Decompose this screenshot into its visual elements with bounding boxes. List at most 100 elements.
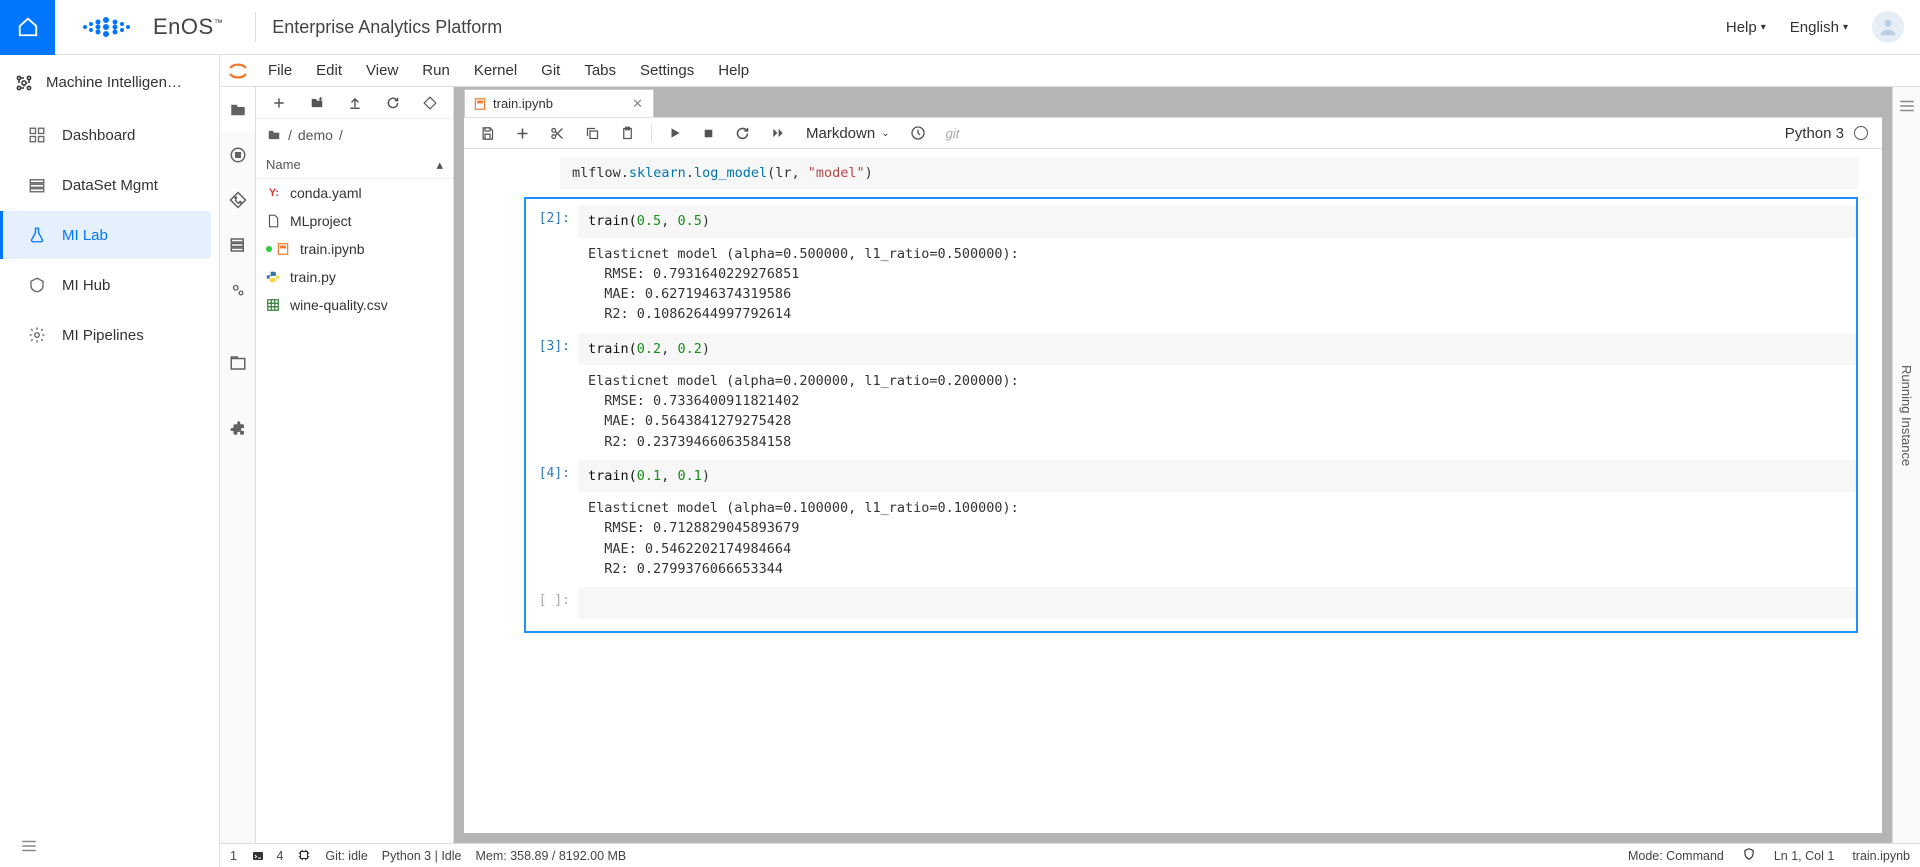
fb-breadcrumb[interactable]: / demo /: [256, 119, 453, 151]
yaml-icon: Y:: [266, 187, 282, 199]
sidebar-item-pipelines[interactable]: MI Pipelines: [8, 311, 211, 359]
tab-close[interactable]: ✕: [632, 96, 643, 112]
running-instance-tab[interactable]: Running Instance: [1899, 365, 1914, 466]
kernel-name[interactable]: Python 3: [1785, 125, 1844, 142]
plus-icon: [272, 96, 286, 110]
menu-settings[interactable]: Settings: [628, 62, 706, 79]
menu-help[interactable]: Help: [706, 62, 761, 79]
flask-icon: [28, 226, 46, 244]
kernel-indicator[interactable]: [297, 848, 311, 863]
cut-button[interactable]: [542, 126, 573, 141]
notebook-icon: [276, 242, 292, 256]
terminal-icon: [251, 850, 265, 862]
code-cell-empty[interactable]: [ ]:: [526, 587, 1856, 619]
copy-button[interactable]: [577, 126, 608, 141]
running-indicator-icon: [266, 246, 272, 252]
help-menu[interactable]: Help▾: [1726, 19, 1766, 36]
chip-icon: [297, 848, 311, 862]
clock-icon: [910, 125, 926, 141]
run-button[interactable]: [660, 126, 690, 140]
csv-icon: [266, 298, 282, 312]
rail-commands[interactable]: [220, 222, 255, 267]
code-cell[interactable]: [2]: train(0.5, 0.5) Elasticnet model (a…: [526, 205, 1856, 326]
menu-file[interactable]: File: [256, 62, 304, 79]
avatar[interactable]: [1872, 11, 1904, 43]
folder-plus-icon: [309, 96, 325, 110]
rail-files[interactable]: [220, 87, 255, 132]
restart-button[interactable]: [727, 126, 758, 141]
hub-icon: [28, 276, 46, 294]
cell-input[interactable]: train(0.1, 0.1): [578, 460, 1856, 492]
folder-icon: [266, 128, 282, 142]
menu-kernel[interactable]: Kernel: [462, 62, 529, 79]
nb-scroll-area[interactable]: mlflow.sklearn.log_model(lr, "model") [2…: [464, 149, 1882, 833]
cell-type-dropdown[interactable]: Markdown ⌄: [798, 125, 898, 142]
menu-run[interactable]: Run: [410, 62, 462, 79]
stat-mode: Mode: Command: [1628, 849, 1724, 863]
file-item[interactable]: MLproject: [256, 207, 453, 235]
collapse-icon: [20, 837, 38, 855]
shield-icon: [1742, 847, 1756, 861]
new-folder[interactable]: [303, 92, 331, 114]
cell-prompt: [4]:: [526, 460, 578, 492]
sidebar-item-milab[interactable]: MI Lab: [0, 211, 211, 259]
cell-output: Elasticnet model (alpha=0.500000, l1_rat…: [526, 238, 1856, 327]
file-item[interactable]: train.py: [256, 263, 453, 291]
platform-title: Enterprise Analytics Platform: [264, 17, 502, 38]
menu-git[interactable]: Git: [529, 62, 572, 79]
paste-button[interactable]: [612, 126, 643, 141]
rail-settings[interactable]: [220, 267, 255, 312]
interrupt-button[interactable]: [694, 127, 723, 140]
top-header: EnOS™ Enterprise Analytics Platform Help…: [0, 0, 1920, 55]
cell-input[interactable]: [578, 587, 1856, 619]
terminal-count[interactable]: 4: [251, 849, 283, 863]
add-cell-button[interactable]: [507, 126, 538, 141]
logo-area: EnOS™: [55, 14, 247, 40]
menu-tabs[interactable]: Tabs: [572, 62, 628, 79]
history-button[interactable]: [902, 125, 934, 141]
sidebar-item-dashboard[interactable]: Dashboard: [8, 111, 211, 159]
sidebar-item-dataset[interactable]: DataSet Mgmt: [8, 161, 211, 209]
save-button[interactable]: [472, 126, 503, 141]
upload[interactable]: [342, 92, 368, 114]
fb-toolbar: [256, 87, 453, 119]
git-tool[interactable]: [417, 92, 443, 114]
menu-view[interactable]: View: [354, 62, 410, 79]
stat-count1: 1: [230, 849, 237, 863]
cell-input[interactable]: train(0.5, 0.5): [578, 205, 1856, 237]
gears-icon: [229, 281, 247, 299]
selected-cells: [2]: train(0.5, 0.5) Elasticnet model (a…: [524, 197, 1858, 633]
rail-tabs[interactable]: [220, 340, 255, 385]
chevron-down-icon: ▾: [1843, 22, 1848, 33]
cell-input[interactable]: train(0.2, 0.2): [578, 333, 1856, 365]
home-icon: [17, 16, 39, 38]
cell-prompt: [2]:: [526, 205, 578, 237]
git-link[interactable]: git: [938, 126, 968, 141]
new-launcher[interactable]: [266, 92, 292, 114]
sidebar-collapse[interactable]: [0, 825, 219, 867]
code-cell[interactable]: [4]: train(0.1, 0.1) Elasticnet model (a…: [526, 460, 1856, 581]
expand-icon[interactable]: [1898, 97, 1916, 115]
tabs-icon: [229, 354, 247, 372]
fb-header[interactable]: Name ▴: [256, 151, 453, 179]
stat-ln[interactable]: Ln 1, Col 1: [1774, 849, 1834, 863]
rail-git[interactable]: [220, 177, 255, 222]
sidebar-item-mihub[interactable]: MI Hub: [8, 261, 211, 309]
home-button[interactable]: [0, 0, 55, 55]
rail-running[interactable]: [220, 132, 255, 177]
rail-extensions[interactable]: [220, 405, 255, 450]
refresh[interactable]: [380, 92, 406, 114]
language-menu[interactable]: English▾: [1790, 19, 1848, 36]
code-cell[interactable]: [3]: train(0.2, 0.2) Elasticnet model (a…: [526, 333, 1856, 454]
file-item[interactable]: wine-quality.csv: [256, 291, 453, 319]
stat-git[interactable]: Git: idle: [325, 849, 367, 863]
stop-icon: [702, 127, 715, 140]
file-item[interactable]: train.ipynb: [256, 235, 453, 263]
tab-train-ipynb[interactable]: train.ipynb ✕: [464, 89, 654, 117]
cell-prompt: [ ]:: [526, 587, 578, 619]
stat-kernel[interactable]: Python 3 | Idle: [382, 849, 462, 863]
menu-edit[interactable]: Edit: [304, 62, 354, 79]
trust-indicator[interactable]: [1742, 847, 1756, 864]
restart-run-all-button[interactable]: [762, 126, 794, 140]
file-item[interactable]: Y: conda.yaml: [256, 179, 453, 207]
